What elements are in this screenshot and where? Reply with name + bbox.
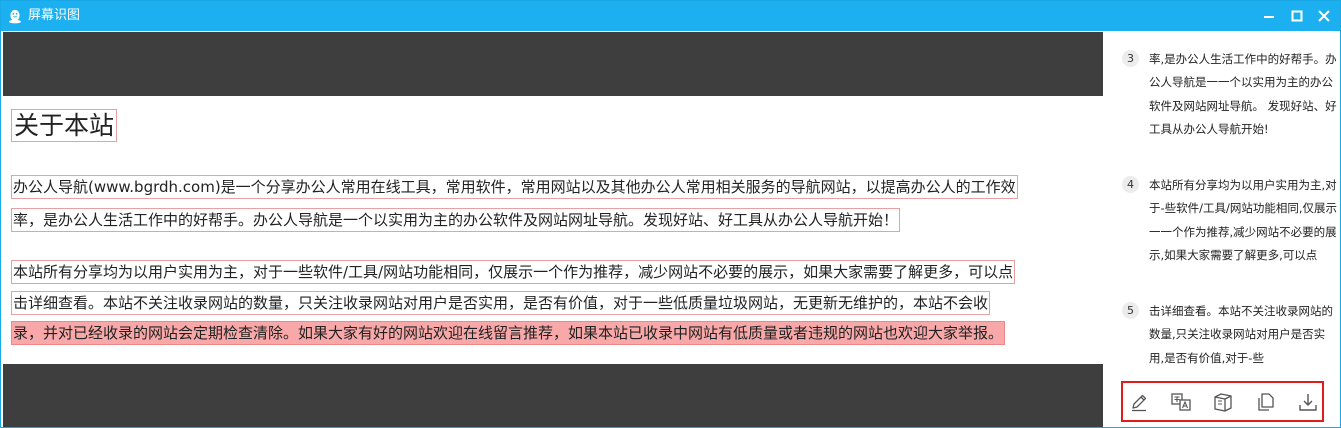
maximize-icon [1291,10,1303,22]
text-line-1[interactable]: 办公人导航(www.bgrdh.com)是一个分享办公人常用在线工具，常用软件，… [11,175,1018,199]
edit-icon [1132,394,1147,412]
result-text[interactable]: 本站所有分享均为以用户实用为主,对于-些软件/工具/网站功能相同,仅展示一一个作… [1149,174,1339,268]
result-text[interactable]: 击详细查看。本站不关注收录网站的数量,只关注收录网站对用户是否实用,是否有价值,… [1149,300,1339,370]
qq-penguin-icon [9,9,21,24]
result-number: 3 [1122,50,1139,67]
result-number: 5 [1122,302,1139,319]
text-line-5-selected[interactable]: 录，并对已经收录的网站会定期检查清除。如果大家有好的网站欢迎在线留言推荐，如果本… [11,321,1006,345]
translate-icon [1171,393,1191,411]
title-bar[interactable]: 屏幕识图 [1,1,1340,31]
copy-button[interactable] [1255,391,1277,413]
text-line-3[interactable]: 本站所有分享均为以用户实用为主，对于一些软件/工具/网站功能相同，仅展示一个作为… [11,260,1016,284]
translate-button[interactable] [1170,391,1192,413]
result-number: 4 [1122,176,1139,193]
result-text[interactable]: 率,是办公人生活工作中的好帮手。办公人导航是一一个以实用为主的办公软件及网站网址… [1149,48,1339,142]
captured-document: 关于本站 办公人导航(www.bgrdh.com)是一个分享办公人常用在线工具，… [3,96,1103,364]
copy-icon [1258,393,1274,411]
screenshot-preview[interactable]: 关于本站 办公人导航(www.bgrdh.com)是一个分享办公人常用在线工具，… [3,32,1103,427]
screen-recognition-window: 屏幕识图 关于本站 办公人导航(www.bgrdh.com)是一个分享办公人常用… [0,0,1341,428]
close-button[interactable] [1314,6,1334,26]
text-line-4[interactable]: 击详细查看。本站不关注收录网站的数量，只关注收录网站对用户是否实用，是否有价值，… [11,291,991,315]
text-line-2[interactable]: 率，是办公人生活工作中的好帮手。办公人导航是一个以实用为主的办公软件及网站网址导… [11,208,901,232]
minimize-button[interactable] [1259,6,1279,26]
book-icon [1214,393,1232,412]
download-icon [1299,394,1317,411]
book-button[interactable] [1212,391,1234,413]
window-title: 屏幕识图 [28,8,81,23]
close-icon [1318,10,1330,22]
edit-button[interactable] [1128,391,1150,413]
recognition-results-panel[interactable]: 3 率,是办公人生活工作中的好帮手。办公人导航是一一个以实用为主的办公软件及网站… [1104,32,1340,427]
download-button[interactable] [1297,391,1319,413]
maximize-button[interactable] [1287,6,1307,26]
action-toolbar [1121,381,1324,422]
page-heading[interactable]: 关于本站 [11,109,118,142]
minimize-icon [1264,16,1274,18]
